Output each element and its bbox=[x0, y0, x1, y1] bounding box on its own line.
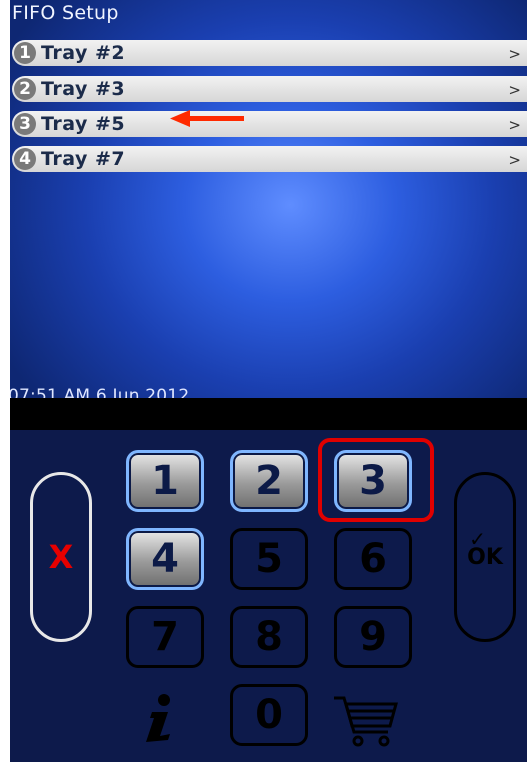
tray-number-badge: 4 bbox=[14, 148, 36, 170]
chevron-right-icon: > bbox=[508, 151, 521, 169]
tray-label: Tray #5 bbox=[41, 113, 126, 135]
tray-item-3[interactable]: 3 Tray #5 > bbox=[12, 111, 527, 137]
cart-icon[interactable] bbox=[332, 694, 400, 748]
key-5[interactable]: 5 bbox=[230, 528, 308, 590]
key-1[interactable]: 1 bbox=[126, 450, 204, 512]
key-0[interactable]: 0 bbox=[230, 684, 308, 746]
chevron-right-icon: > bbox=[508, 81, 521, 99]
chevron-right-icon: > bbox=[508, 45, 521, 63]
checkmark-icon: ✓ bbox=[469, 526, 486, 551]
datetime-status: 07:51 AM 6 Jun 2012 bbox=[10, 386, 190, 398]
tray-number-badge: 1 bbox=[14, 42, 36, 64]
page-title: FIFO Setup bbox=[12, 2, 119, 24]
key-6[interactable]: 6 bbox=[334, 528, 412, 590]
key-9[interactable]: 9 bbox=[334, 606, 412, 668]
key-2[interactable]: 2 bbox=[230, 450, 308, 512]
keypad-panel: X 1 2 3 4 5 6 7 8 9 0 ✓ OK bbox=[10, 430, 527, 762]
chevron-right-icon: > bbox=[508, 116, 521, 134]
tray-item-2[interactable]: 2 Tray #3 > bbox=[12, 76, 527, 102]
selection-highlight bbox=[318, 438, 434, 522]
tray-item-4[interactable]: 4 Tray #7 > bbox=[12, 146, 527, 172]
bezel-bar bbox=[10, 398, 527, 430]
info-icon[interactable] bbox=[140, 692, 180, 744]
key-7[interactable]: 7 bbox=[126, 606, 204, 668]
tray-label: Tray #3 bbox=[41, 78, 126, 100]
ok-label: ✓ OK bbox=[467, 527, 503, 570]
tray-number-badge: 3 bbox=[14, 113, 36, 135]
close-icon: X bbox=[48, 538, 74, 576]
key-4[interactable]: 4 bbox=[126, 528, 204, 590]
tray-label: Tray #2 bbox=[41, 42, 126, 64]
arrow-left-icon bbox=[170, 110, 244, 127]
ok-button[interactable]: ✓ OK bbox=[454, 472, 516, 642]
display-screen: FIFO Setup 1 Tray #2 > 2 Tray #3 > 3 Tra… bbox=[10, 0, 527, 398]
cancel-button[interactable]: X bbox=[30, 472, 92, 642]
tray-item-1[interactable]: 1 Tray #2 > bbox=[12, 40, 527, 66]
tray-label: Tray #7 bbox=[41, 148, 126, 170]
key-8[interactable]: 8 bbox=[230, 606, 308, 668]
tray-number-badge: 2 bbox=[14, 78, 36, 100]
